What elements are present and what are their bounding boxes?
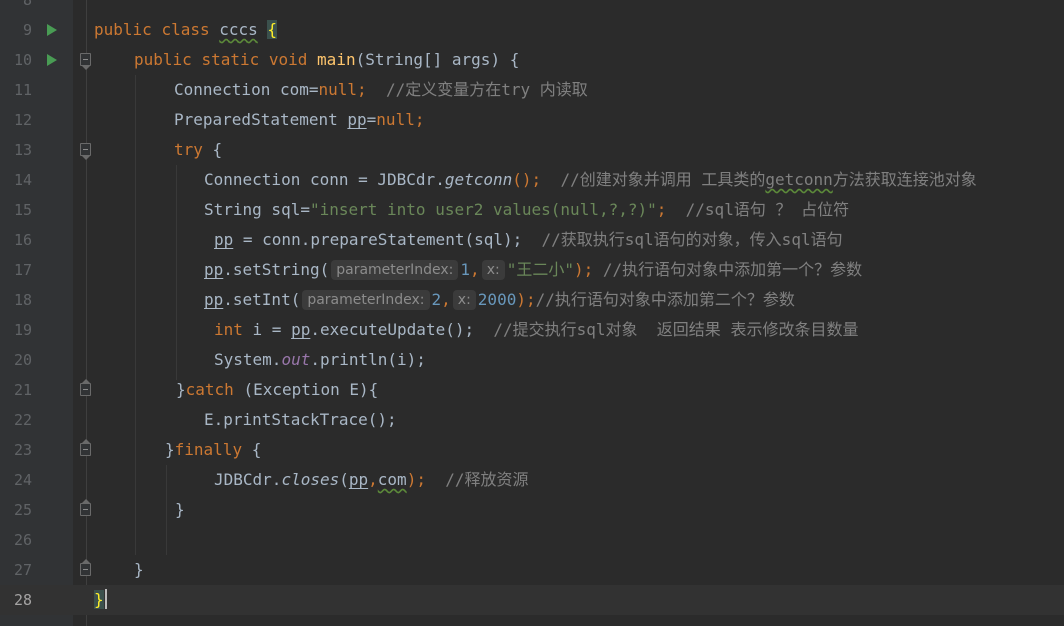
line-number: 20 (13, 351, 32, 369)
code-line-9[interactable]: 9 public class cccs { (0, 15, 1064, 45)
text-caret (104, 589, 107, 609)
line-number: 9 (22, 21, 32, 39)
code-line-17[interactable]: 17 pp.setString(parameterIndex: 1, x: "王二小"… (0, 255, 1064, 285)
code-line-25[interactable]: 25 } (0, 495, 1064, 525)
line-number: 18 (13, 291, 32, 309)
code-line-24[interactable]: 24 JDBCdr.closes(pp,com); //释放资源 (0, 465, 1064, 495)
code-line-10[interactable]: 10 public static void main(String[] args… (0, 45, 1064, 75)
code-line-11[interactable]: 11 Connection com=null; //定义变量方在try 内读取 (0, 75, 1064, 105)
code-text: Connection conn = JDBCdr.getconn(); //创建… (204, 170, 977, 189)
line-number: 15 (13, 201, 32, 219)
code-text: Connection com=null; //定义变量方在try 内读取 (174, 80, 588, 99)
line-number: 21 (13, 381, 32, 399)
code-line-22[interactable]: 22 E.printStackTrace(); (0, 405, 1064, 435)
code-text: try { (174, 140, 223, 159)
code-text: } (94, 585, 107, 615)
code-text: } (175, 500, 185, 519)
parameter-hint: x: (481, 260, 505, 280)
parameter-hint: x: (452, 290, 476, 310)
fold-marker-icon[interactable] (80, 379, 91, 396)
fold-marker-icon[interactable] (80, 143, 91, 160)
line-number: 24 (13, 471, 32, 489)
run-main-icon[interactable] (47, 54, 57, 66)
line-number: 23 (13, 441, 32, 459)
code-line-27[interactable]: 27 } (0, 555, 1064, 585)
code-text: }finally { (165, 440, 262, 459)
fold-marker-icon[interactable] (80, 53, 91, 70)
code-line-14[interactable]: 14 Connection conn = JDBCdr.getconn(); /… (0, 165, 1064, 195)
line-number: 12 (13, 111, 32, 129)
line-number: 13 (13, 141, 32, 159)
line-number: 22 (13, 411, 32, 429)
code-text: } (134, 560, 144, 579)
code-line-23[interactable]: 23 }finally { (0, 435, 1064, 465)
line-number: 17 (13, 261, 32, 279)
code-line-12[interactable]: 12 PreparedStatement pp=null; (0, 105, 1064, 135)
fold-marker-icon[interactable] (80, 499, 91, 516)
code-line-13[interactable]: 13 try { (0, 135, 1064, 165)
code-text: public static void main(String[] args) { (134, 50, 520, 69)
fold-marker-icon[interactable] (80, 559, 91, 576)
code-text: pp.setString(parameterIndex: 1, x: "王二小"); … (204, 260, 863, 280)
code-line-19[interactable]: 19 int i = pp.executeUpdate(); //提交执行sql… (0, 315, 1064, 345)
line-number: 19 (13, 321, 32, 339)
code-line-21[interactable]: 21 }catch (Exception E){ (0, 375, 1064, 405)
line-number: 26 (13, 531, 32, 549)
line-number: 11 (13, 81, 32, 99)
code-text: PreparedStatement pp=null; (174, 110, 425, 129)
code-line-18[interactable]: 18 pp.setInt(parameterIndex: 2, x: 2000);//… (0, 285, 1064, 315)
code-text: pp = conn.prepareStatement(sql); //获取执行s… (214, 230, 843, 249)
code-text: public class cccs { (94, 20, 278, 39)
line-number: 28 (13, 591, 32, 609)
run-class-icon[interactable] (47, 24, 57, 36)
code-line-15[interactable]: 15 String sql="insert into user2 values(… (0, 195, 1064, 225)
code-text: E.printStackTrace(); (204, 410, 397, 429)
code-line-20[interactable]: 20 System.out.println(i); (0, 345, 1064, 375)
parameter-hint: parameterIndex: (331, 260, 459, 280)
line-number: 10 (13, 51, 32, 69)
code-text: }catch (Exception E){ (176, 380, 379, 399)
parameter-hint: parameterIndex: (302, 290, 430, 310)
code-line-28[interactable]: 28 } (0, 585, 1064, 615)
code-text: JDBCdr.closes(pp,com); //释放资源 (214, 470, 529, 489)
line-number: 14 (13, 171, 32, 189)
line-number: 27 (13, 561, 32, 579)
code-line-8[interactable]: 8 (0, 0, 1064, 15)
code-line-26[interactable]: 26 (0, 525, 1064, 555)
code-text: int i = pp.executeUpdate(); //提交执行sql对象 … (214, 320, 859, 339)
code-text: pp.setInt(parameterIndex: 2, x: 2000);//执行语… (204, 290, 795, 310)
code-text: System.out.println(i); (214, 350, 426, 369)
fold-marker-icon[interactable] (80, 439, 91, 456)
line-number: 8 (22, 0, 32, 9)
code-text: String sql="insert into user2 values(nul… (204, 200, 850, 219)
code-line-16[interactable]: 16 pp = conn.prepareStatement(sql); //获取… (0, 225, 1064, 255)
line-number: 16 (13, 231, 32, 249)
line-number: 25 (13, 501, 32, 519)
